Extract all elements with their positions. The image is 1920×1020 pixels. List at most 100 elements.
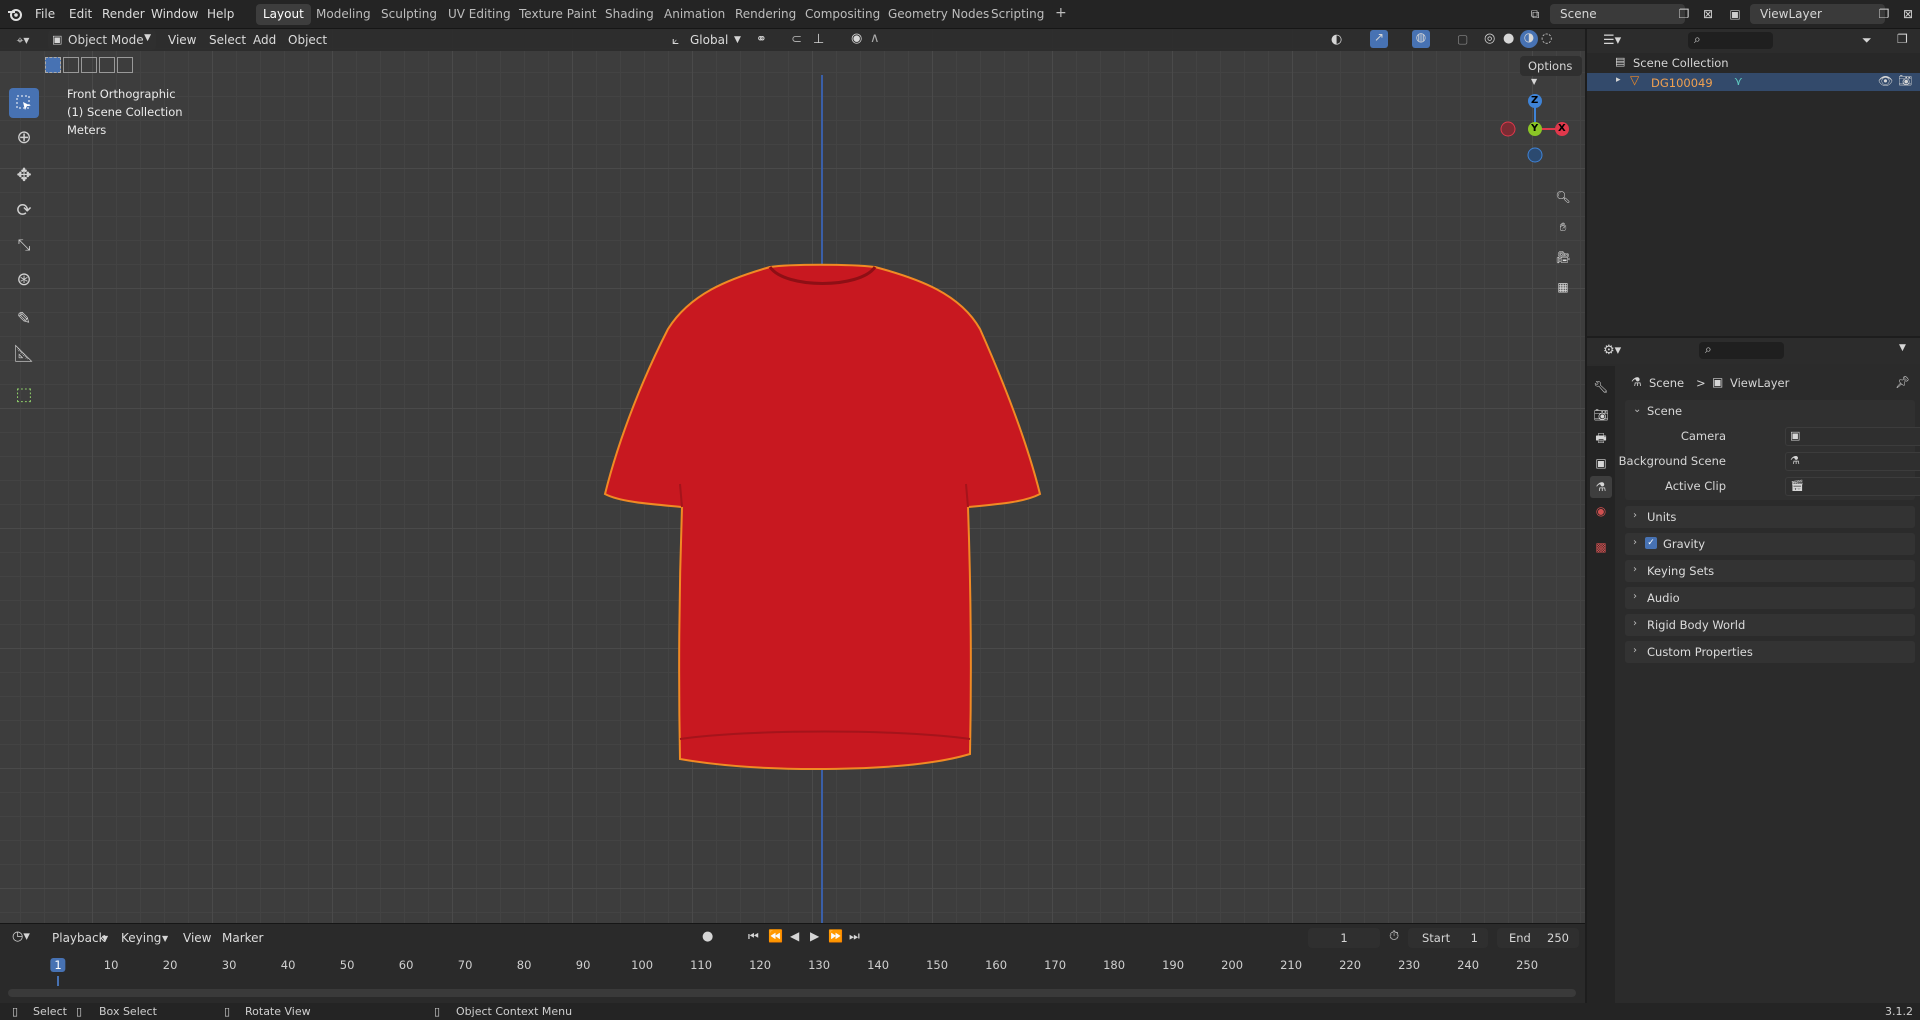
- tool-annotate[interactable]: ✎: [9, 304, 39, 334]
- tool-select-box[interactable]: [9, 88, 39, 118]
- tab-texture-paint[interactable]: Texture Paint: [512, 4, 603, 25]
- remove-viewlayer-icon[interactable]: ⊠: [1897, 4, 1919, 24]
- transform-orientation[interactable]: Global: [690, 33, 728, 47]
- 3d-viewport[interactable]: ⌖▾ ▣ Object Mode ▼ View Select Add Objec…: [0, 29, 1585, 923]
- material-shading-icon[interactable]: ◑: [1520, 30, 1538, 48]
- chevron-down-icon[interactable]: ⌄: [1633, 404, 1641, 415]
- gizmo-toggle-icon[interactable]: ↗: [1370, 30, 1388, 48]
- tab-modeling[interactable]: Modeling: [309, 4, 378, 25]
- view-layer-tab-icon[interactable]: ▣: [1590, 452, 1612, 474]
- overlay-toggle-icon[interactable]: ◍: [1412, 30, 1430, 48]
- editor-type-icon[interactable]: ⌖▾: [12, 30, 34, 50]
- snap-icon[interactable]: ⊂: [791, 32, 802, 47]
- play-icon[interactable]: ▶: [810, 929, 819, 943]
- blender-logo-icon[interactable]: [7, 6, 23, 22]
- prev-keyframe-icon[interactable]: ⏪: [768, 929, 783, 943]
- units-panel[interactable]: › Units: [1625, 506, 1915, 528]
- tab-rendering[interactable]: Rendering: [728, 4, 803, 25]
- scene-panel-title[interactable]: Scene: [1647, 404, 1682, 418]
- proportional-edit-icon[interactable]: ◉: [851, 31, 862, 46]
- falloff-icon[interactable]: ∧: [870, 31, 880, 46]
- gravity-panel[interactable]: › ✓ Gravity: [1625, 533, 1915, 555]
- start-frame-field[interactable]: Start 1: [1408, 928, 1488, 948]
- new-viewlayer-icon[interactable]: ❐: [1873, 4, 1895, 24]
- chevron-down-icon[interactable]: ▼: [102, 934, 108, 943]
- jump-end-icon[interactable]: ⏭: [849, 929, 860, 944]
- stopwatch-icon[interactable]: ⏱︎: [1389, 929, 1399, 944]
- select-extend-icon[interactable]: [63, 57, 79, 73]
- viewport-menu-object[interactable]: Object: [288, 33, 327, 47]
- audio-panel[interactable]: › Audio: [1625, 587, 1915, 609]
- custom-properties-panel[interactable]: › Custom Properties: [1625, 641, 1915, 663]
- tool-transform[interactable]: ⊛: [9, 264, 39, 294]
- tool-add-cube[interactable]: ⬚: [9, 379, 39, 409]
- rigid-body-world-panel[interactable]: › Rigid Body World: [1625, 614, 1915, 636]
- menu-file[interactable]: File: [35, 7, 55, 21]
- tool-measure[interactable]: 📐︎: [9, 339, 39, 369]
- chevron-down-icon[interactable]: ▼: [1899, 343, 1906, 353]
- filter-icon[interactable]: ⏷: [1862, 33, 1872, 48]
- visibility-icon[interactable]: ◐: [1331, 32, 1342, 47]
- add-workspace-button[interactable]: +: [1048, 2, 1074, 23]
- rendered-shading-icon[interactable]: ◌: [1541, 31, 1552, 46]
- play-reverse-icon[interactable]: ◀: [790, 929, 799, 943]
- tab-shading[interactable]: Shading: [598, 4, 661, 25]
- pin-icon[interactable]: 📌︎: [1895, 375, 1910, 389]
- pivot-point-icon[interactable]: ⚭: [756, 32, 767, 47]
- next-keyframe-icon[interactable]: ⏩: [828, 929, 843, 943]
- eye-icon[interactable]: 👁︎: [1878, 74, 1893, 88]
- outliner-editor-icon[interactable]: ☰▾: [1603, 33, 1621, 48]
- record-icon[interactable]: ●: [702, 929, 713, 944]
- tab-scripting[interactable]: Scripting: [984, 4, 1051, 25]
- timeline-editor-icon[interactable]: ◷▾: [12, 929, 30, 944]
- timeline-scrollbar[interactable]: [8, 989, 1576, 997]
- scene-icon[interactable]: ⧉: [1524, 4, 1546, 24]
- select-intersect-icon[interactable]: [117, 57, 133, 73]
- zoom-icon[interactable]: 🔍︎: [1549, 183, 1577, 211]
- tab-uv-editing[interactable]: UV Editing: [441, 4, 518, 25]
- wireframe-shading-icon[interactable]: ◎: [1484, 31, 1495, 46]
- viewport-menu-select[interactable]: Select: [209, 33, 246, 47]
- tab-geometry-nodes[interactable]: Geometry Nodes: [881, 4, 996, 25]
- new-scene-icon[interactable]: ❐: [1673, 4, 1695, 24]
- chevron-down-icon[interactable]: ▼: [162, 934, 168, 943]
- pan-hand-icon[interactable]: ✋︎: [1549, 213, 1577, 241]
- render-tab-icon[interactable]: 📷︎: [1590, 404, 1612, 426]
- timeline-menu-view[interactable]: View: [183, 931, 211, 945]
- output-tab-icon[interactable]: 🖶︎: [1590, 428, 1612, 450]
- grid-toggle-icon[interactable]: ▦: [1549, 273, 1577, 301]
- tool-move[interactable]: ✥: [9, 160, 39, 190]
- tool-rotate[interactable]: ⟳: [9, 195, 39, 225]
- tool-scale[interactable]: ⤡: [9, 230, 39, 260]
- keying-sets-panel[interactable]: › Keying Sets: [1625, 560, 1915, 582]
- viewport-menu-add[interactable]: Add: [253, 33, 276, 47]
- properties-editor-icon[interactable]: ⚙▾: [1603, 343, 1621, 358]
- menu-render[interactable]: Render: [102, 7, 145, 21]
- gravity-checkbox[interactable]: ✓: [1645, 537, 1657, 549]
- scene-tab-icon[interactable]: ⚗︎: [1590, 476, 1612, 498]
- tab-sculpting[interactable]: Sculpting: [374, 4, 444, 25]
- expand-arrow-icon[interactable]: ▸: [1616, 75, 1621, 85]
- remove-scene-icon[interactable]: ⊠: [1697, 4, 1719, 24]
- menu-edit[interactable]: Edit: [69, 7, 92, 21]
- viewport-menu-view[interactable]: View: [168, 33, 196, 47]
- mode-selector[interactable]: ▣ Object Mode ▼: [48, 30, 156, 50]
- tab-layout[interactable]: Layout: [256, 4, 311, 25]
- outliner-search-input[interactable]: ⌕: [1688, 32, 1773, 49]
- properties-search-input[interactable]: ⌕: [1699, 342, 1784, 359]
- tool-tab-icon[interactable]: 🔧︎: [1590, 376, 1612, 398]
- tab-compositing[interactable]: Compositing: [798, 4, 887, 25]
- options-button[interactable]: Options ▼: [1520, 56, 1582, 86]
- select-new-icon[interactable]: [45, 57, 61, 73]
- menu-window[interactable]: Window: [151, 7, 198, 21]
- timeline-menu-marker[interactable]: Marker: [222, 931, 263, 945]
- tab-animation[interactable]: Animation: [657, 4, 732, 25]
- new-collection-icon[interactable]: ❐: [1897, 32, 1908, 46]
- timeline-menu-keying[interactable]: Keying: [121, 931, 161, 945]
- scene-field[interactable]: Scene: [1550, 4, 1685, 24]
- menu-help[interactable]: Help: [207, 7, 234, 21]
- jump-start-icon[interactable]: ⏮: [748, 929, 759, 944]
- outliner-row-scene-collection[interactable]: ▤ Scene Collection: [1615, 53, 1915, 71]
- current-frame-field[interactable]: 1: [1308, 928, 1380, 948]
- chevron-down-icon[interactable]: ▼: [734, 35, 741, 45]
